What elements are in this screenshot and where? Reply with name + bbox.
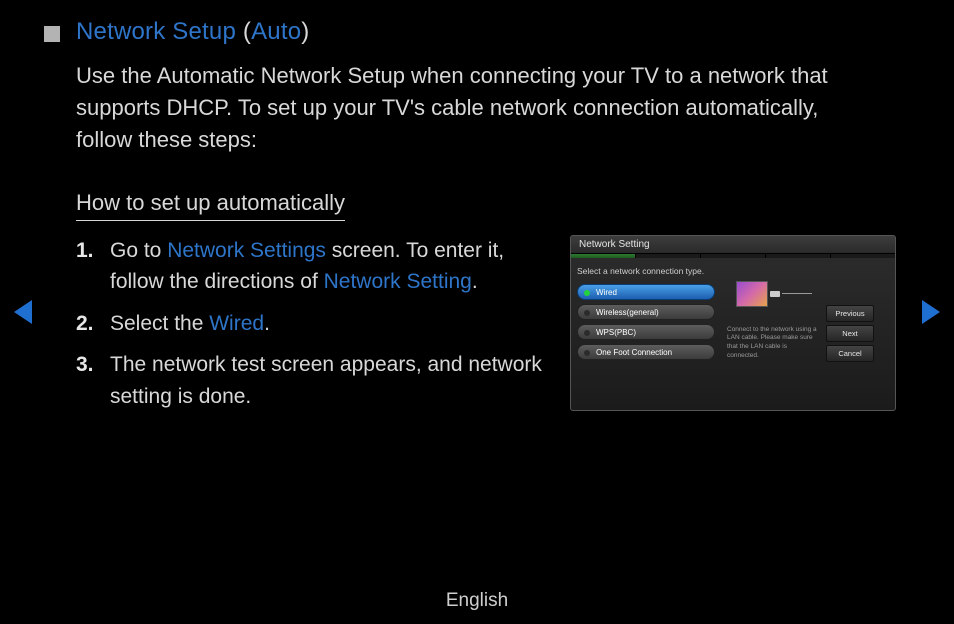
- connection-option-wps[interactable]: WPS(PBC): [577, 324, 715, 340]
- step-body: Go to Network Settings screen. To enter …: [110, 235, 546, 298]
- cancel-button[interactable]: Cancel: [826, 345, 874, 362]
- title-paren-close: ): [301, 18, 309, 45]
- link-network-settings: Network Settings: [167, 239, 326, 262]
- step-body: Select the Wired.: [110, 308, 546, 340]
- title-prefix: Network Setup: [76, 18, 236, 45]
- next-button[interactable]: Next: [826, 325, 874, 342]
- steps-list: 1. Go to Network Settings screen. To ent…: [76, 235, 546, 423]
- network-setting-screenshot: Network Setting Select a network connect…: [570, 235, 896, 411]
- language-label: English: [0, 590, 954, 612]
- section-bullet: [44, 26, 60, 42]
- panel-help-text: Connect to the network using a LAN cable…: [725, 326, 822, 361]
- section-title: Network Setup (Auto): [76, 18, 309, 46]
- connection-diagram: [736, 272, 812, 316]
- link-network-setting: Network Setting: [324, 270, 472, 293]
- panel-title: Network Setting: [571, 236, 895, 254]
- step-number: 3.: [76, 349, 100, 412]
- intro-paragraph: Use the Automatic Network Setup when con…: [76, 60, 876, 156]
- next-page-arrow-icon[interactable]: [922, 300, 940, 324]
- connection-option-onefoot[interactable]: One Foot Connection: [577, 344, 715, 360]
- step-1: 1. Go to Network Settings screen. To ent…: [76, 235, 546, 298]
- step-number: 1.: [76, 235, 100, 298]
- step-number: 2.: [76, 308, 100, 340]
- subheading: How to set up automatically: [76, 190, 345, 221]
- cable-icon: [782, 293, 812, 294]
- tv-icon: [736, 281, 768, 307]
- connection-option-wireless[interactable]: Wireless(general): [577, 304, 715, 320]
- previous-page-arrow-icon[interactable]: [14, 300, 32, 324]
- panel-prompt: Select a network connection type.: [577, 266, 715, 276]
- link-wired: Wired: [209, 312, 264, 335]
- title-mode: Auto: [251, 18, 301, 45]
- cable-plug-icon: [770, 291, 780, 297]
- step-2: 2. Select the Wired.: [76, 308, 546, 340]
- step-body: The network test screen appears, and net…: [110, 349, 546, 412]
- step-3: 3. The network test screen appears, and …: [76, 349, 546, 412]
- connection-option-wired[interactable]: Wired: [577, 284, 715, 300]
- previous-button[interactable]: Previous: [826, 305, 874, 322]
- title-paren-open: (: [236, 18, 251, 45]
